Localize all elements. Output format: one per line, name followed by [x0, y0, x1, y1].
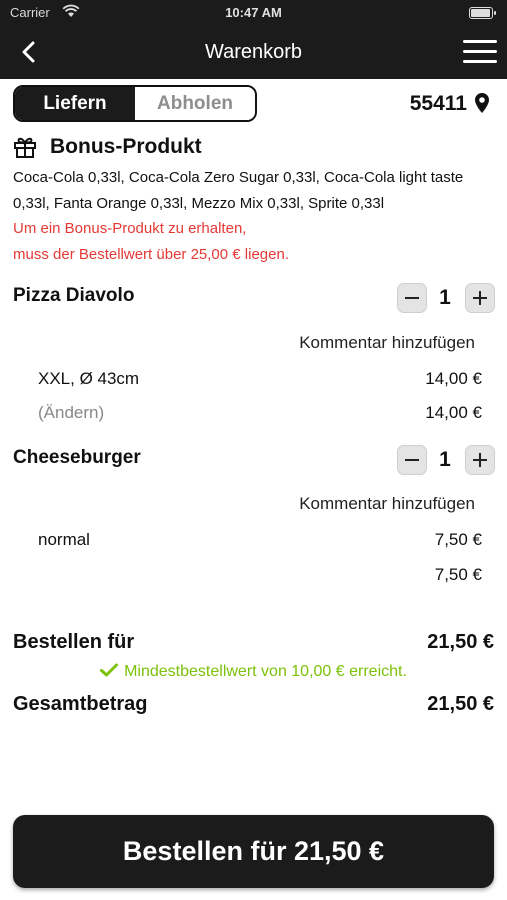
cart-item-name: Cheeseburger — [13, 447, 141, 468]
quantity-value: 1 — [439, 286, 451, 309]
total-label: Gesamtbetrag — [13, 693, 148, 715]
postal-code[interactable]: 55411 — [410, 92, 467, 116]
add-comment-link[interactable]: Kommentar hinzufügen — [299, 494, 475, 514]
bonus-title: Bonus-Produkt — [50, 135, 202, 158]
location-pin-icon[interactable] — [474, 92, 490, 114]
plus-icon[interactable] — [465, 445, 495, 475]
bonus-hint-line: muss der Bestellwert über 25,00 € liegen… — [13, 246, 289, 263]
item-option: XXL, Ø 43cm — [38, 369, 140, 388]
order-for-label: Bestellen für — [13, 631, 135, 653]
item-option-price: 14,00 € — [425, 369, 482, 388]
minus-icon[interactable] — [397, 445, 427, 475]
order-for-value: 21,50 € — [427, 631, 494, 653]
bonus-products-line: 0,33l, Fanta Orange 0,33l, Mezzo Mix 0,3… — [13, 195, 385, 212]
bonus-hint-line: Um ein Bonus-Produkt zu erhalten, — [13, 220, 247, 237]
nav-bar: Warenkorb — [0, 26, 507, 79]
plus-icon[interactable] — [465, 283, 495, 313]
bonus-products-list: Coca-Cola 0,33l, Coca-Cola Zero Sugar 0,… — [13, 165, 493, 217]
total-value: 21,50 € — [427, 693, 494, 715]
status-bar: Carrier 10:47 AM — [0, 0, 507, 26]
quantity-value: 1 — [439, 448, 451, 471]
item-total: 7,50 € — [434, 565, 482, 584]
battery-icon — [469, 7, 496, 19]
bonus-header: Bonus-Produkt — [13, 134, 202, 160]
minimum-order-text: Mindestbestellwert von 10,00 € erreicht. — [124, 663, 407, 680]
hamburger-menu-icon[interactable] — [463, 40, 497, 66]
minus-icon[interactable] — [397, 283, 427, 313]
bonus-products-line: Coca-Cola 0,33l, Coca-Cola Zero Sugar 0,… — [13, 169, 464, 186]
tab-pickup[interactable]: Abholen — [135, 87, 255, 120]
checkout-button[interactable]: Bestellen für 21,50 € — [13, 815, 494, 888]
tab-delivery[interactable]: Liefern — [15, 87, 135, 120]
page-title: Warenkorb — [204, 41, 303, 63]
gift-icon — [14, 137, 36, 158]
change-item-link[interactable]: (Ändern) — [38, 403, 104, 423]
cart-item-name: Pizza Diavolo — [13, 285, 135, 306]
item-option: normal — [38, 530, 90, 549]
minimum-order-notice: Mindestbestellwert von 10,00 € erreicht. — [0, 663, 507, 681]
item-total: 14,00 € — [425, 403, 482, 422]
add-comment-link[interactable]: Kommentar hinzufügen — [299, 333, 475, 353]
bonus-hint: Um ein Bonus-Produkt zu erhalten, muss d… — [13, 216, 493, 268]
clock: 10:47 AM — [225, 5, 282, 20]
delivery-mode-toggle: Liefern Abholen — [13, 85, 257, 122]
check-icon — [100, 663, 119, 677]
item-option-price: 7,50 € — [434, 530, 482, 549]
